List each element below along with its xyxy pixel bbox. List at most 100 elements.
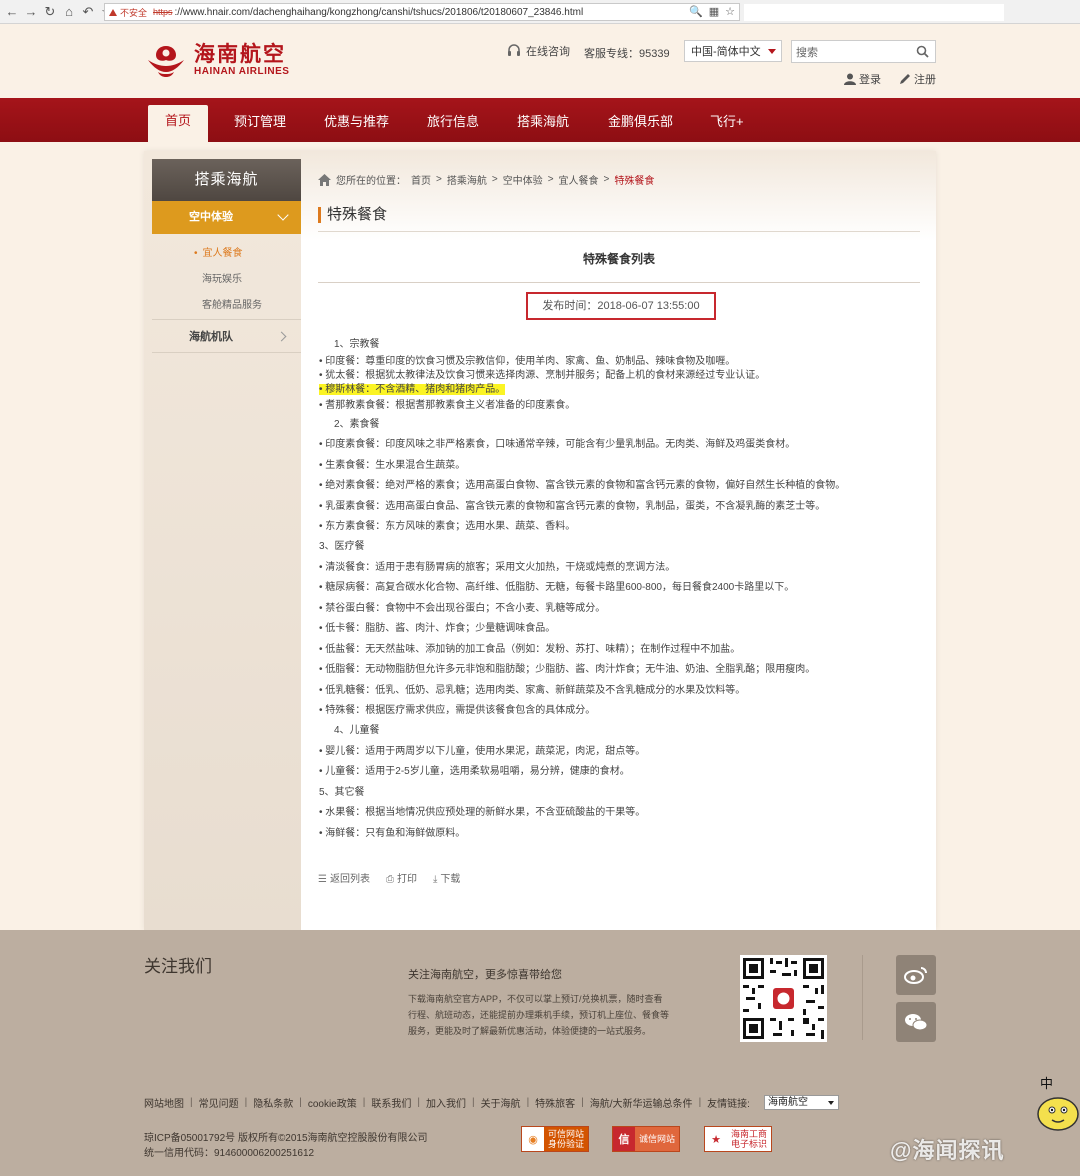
trusted-site-icon: ◉ <box>522 1127 544 1151</box>
chevron-right-icon <box>276 331 287 342</box>
list-item: • 乳蛋素食餐：选用高蛋白食品、富含铁元素的食物和富含钙元素的食物，乳制品，蛋类… <box>319 501 826 512</box>
badge-line1: 可信网站 <box>548 1129 585 1139</box>
breadcrumb-current: 特殊餐食 <box>614 176 655 187</box>
language-value: 中国-简体中文 <box>691 46 761 58</box>
business-license-icon: ★ <box>705 1127 727 1151</box>
sidebar-item-label: 海航机队 <box>189 331 233 343</box>
sidebar-item-dining[interactable]: 宜人餐食 <box>152 244 301 259</box>
list-item: • 低卡餐：脂肪、酱、肉汁、炸食；少量糖调味食品。 <box>319 623 556 634</box>
breadcrumb-dining[interactable]: 宜人餐食 <box>559 172 599 187</box>
credit-site-icon: 信 <box>613 1127 635 1151</box>
search-icon[interactable] <box>916 45 929 58</box>
friend-links-select[interactable]: 海南航空 <box>763 1095 839 1110</box>
footer-link-contact[interactable]: 联系我们 <box>371 1095 411 1110</box>
list-item: • 清淡餐食：适用于患有肠胃病的旅客；采用文火加热，干烧或炖煮的烹调方法。 <box>319 562 676 573</box>
credit-site-badge[interactable]: 信 诚信网站 <box>612 1126 681 1152</box>
breadcrumb: 您所在的位置： 首页 > 搭乘海航 > 空中体验 > 宜人餐食 > 特殊餐食 <box>318 172 654 187</box>
list-item: • 特殊餐：根据医疗需求供应，需提供该餐食包含的具体成分。 <box>319 705 596 716</box>
address-bar[interactable]: 不安全 https ://www.hnair.com/dachenghaihan… <box>104 3 740 21</box>
sidebar-item-fleet[interactable]: 海航机队 <box>152 323 301 351</box>
publish-time: 发布时间：2018-06-07 13:55:00 <box>526 292 716 320</box>
link-separator: | <box>471 1097 475 1108</box>
footer-link-special-passengers[interactable]: 特殊旅客 <box>535 1095 575 1110</box>
qr-icon[interactable]: ▦ <box>709 5 719 18</box>
breadcrumb-prefix: 您所在的位置： <box>336 176 406 187</box>
reload-icon[interactable]: ↻ <box>42 4 58 20</box>
breadcrumb-inflight[interactable]: 空中体验 <box>503 172 543 187</box>
list-item: • 低乳糖餐：低乳、低奶、忌乳糖；选用肉类、家禽、新鲜蔬菜及不含乳糖成分的水果及… <box>319 685 746 696</box>
back-to-list-button[interactable]: ☰ 返回列表 <box>318 870 370 885</box>
download-button[interactable]: ⤓ 下载 <box>433 870 460 885</box>
headset-icon <box>508 44 520 56</box>
business-license-badge[interactable]: ★ 海南工商 电子标识 <box>704 1126 773 1152</box>
list-item: • 婴儿餐：适用于两周岁以下儿童，使用水果泥，蔬菜泥，肉泥，甜点等。 <box>319 746 646 757</box>
breadcrumb-separator: > <box>603 174 610 185</box>
list-item: • 水果餐：根据当地情况供应预处理的新鲜水果，不含亚硫酸盐的干果等。 <box>319 807 646 818</box>
breadcrumb-separator: > <box>547 174 554 185</box>
chevron-down-icon <box>827 1101 834 1105</box>
divider <box>152 352 301 353</box>
list-item: • 耆那教素食餐：根据耆那教素食主义者准备的印度素食。 <box>319 400 576 411</box>
credit-code-text: 统一信用代码：914600006200251612 <box>144 1148 315 1159</box>
online-consult-link[interactable]: 在线咨询 <box>506 43 570 59</box>
app-promo-desc: 下载海南航空官方APP，不仅可以掌上预订/兑换机票，随时查看行程、航班动态，还能… <box>408 994 670 1036</box>
section-heading: 2、素食餐 <box>334 419 380 430</box>
footer-link-cookie[interactable]: cookie政策 <box>308 1095 357 1110</box>
nav-item-offers[interactable]: 优惠与推荐 <box>324 98 389 142</box>
footer-link-conditions[interactable]: 海航/大新华运输总条件 <box>590 1095 693 1110</box>
language-select[interactable]: 中国-简体中文 <box>684 40 782 62</box>
sidebar-item-cabin-service[interactable]: 客舱精品服务 <box>152 296 301 311</box>
nav-item-fortune-wings[interactable]: 金鹏俱乐部 <box>608 98 673 142</box>
bookmark-star-icon[interactable]: ☆ <box>725 5 735 18</box>
link-separator: | <box>698 1097 702 1108</box>
site-logo[interactable]: 海南航空 HAINAN AIRLINES <box>144 42 289 78</box>
link-separator: | <box>417 1097 420 1108</box>
download-label: 下载 <box>440 874 461 885</box>
copyright-text: 琼ICP备05001792号 版权所有©2015海南航空控股股份有限公司 <box>144 1133 428 1144</box>
breadcrumb-separator: > <box>491 174 498 185</box>
chevron-down-icon <box>768 49 776 54</box>
list-item: • 禁谷蛋白餐：食物中不会出现谷蛋白；不含小麦、乳糖等成分。 <box>319 603 606 614</box>
nav-item-travel-info[interactable]: 旅行信息 <box>427 98 479 142</box>
undo-icon[interactable]: ↶ <box>80 4 96 20</box>
login-label: 登录 <box>859 74 881 86</box>
nav-item-booking[interactable]: 预订管理 <box>234 98 286 142</box>
badge-line2: 身份验证 <box>548 1139 585 1149</box>
home-icon <box>318 173 331 186</box>
list-item: • 低脂餐：无动物脂肪但允许多元非饱和脂肪酸；少脂肪、酱、肉汁炸食；无牛油、奶油… <box>319 664 816 675</box>
breadcrumb-home[interactable]: 首页 <box>411 172 431 187</box>
back-icon[interactable]: ← <box>4 4 20 20</box>
divider <box>152 319 301 320</box>
sidebar-title: 搭乘海航 <box>152 159 301 201</box>
trusted-site-badge[interactable]: ◉ 可信网站 身份验证 <box>521 1126 590 1152</box>
link-separator: | <box>190 1097 193 1108</box>
print-button[interactable]: ⎙ 打印 <box>386 870 417 885</box>
register-link[interactable]: 注册 <box>899 71 936 87</box>
list-item: • 东方素食餐：东方风味的素食；选用水果、蔬菜、香料。 <box>319 521 576 532</box>
breadcrumb-fly-hna[interactable]: 搭乘海航 <box>447 172 487 187</box>
forward-icon[interactable]: → <box>23 4 39 20</box>
divider <box>862 955 863 1040</box>
zoom-icon[interactable]: 🔍 <box>689 5 703 18</box>
sidebar-item-inflight[interactable]: 空中体验 <box>152 201 301 234</box>
footer-link-privacy[interactable]: 隐私条款 <box>253 1095 293 1110</box>
sidebar-item-entertainment[interactable]: 海玩娱乐 <box>152 270 301 285</box>
list-icon: ☰ <box>318 874 327 885</box>
search-input[interactable]: 搜索 <box>791 40 936 63</box>
insecure-warning[interactable]: 不安全 <box>109 6 147 19</box>
wechat-icon[interactable] <box>896 1002 936 1042</box>
footer-link-about[interactable]: 关于海航 <box>481 1095 521 1110</box>
footer-link-faq[interactable]: 常见问题 <box>199 1095 239 1110</box>
list-item: • 印度餐：尊重印度的饮食习惯及宗教信仰，使用羊肉、家禽、鱼、奶制品、辣味食物及… <box>319 356 736 367</box>
home-icon[interactable]: ⌂ <box>61 4 77 20</box>
footer-link-sitemap[interactable]: 网站地图 <box>144 1095 184 1110</box>
browser-toolbar: ← → ↻ ⌂ ↶ ☆ 不安全 https ://www.hnair.com/d… <box>0 0 1080 24</box>
footer-link-careers[interactable]: 加入我们 <box>426 1095 466 1110</box>
section-heading: 4、儿童餐 <box>334 725 380 736</box>
weibo-icon[interactable] <box>896 955 936 995</box>
login-link[interactable]: 登录 <box>844 71 881 87</box>
nav-item-fly-plus[interactable]: 飞行+ <box>710 98 744 142</box>
nav-item-fly-hna[interactable]: 搭乘海航 <box>517 98 569 142</box>
chevron-down-icon <box>277 209 289 221</box>
nav-item-home[interactable]: 首页 <box>148 105 208 142</box>
